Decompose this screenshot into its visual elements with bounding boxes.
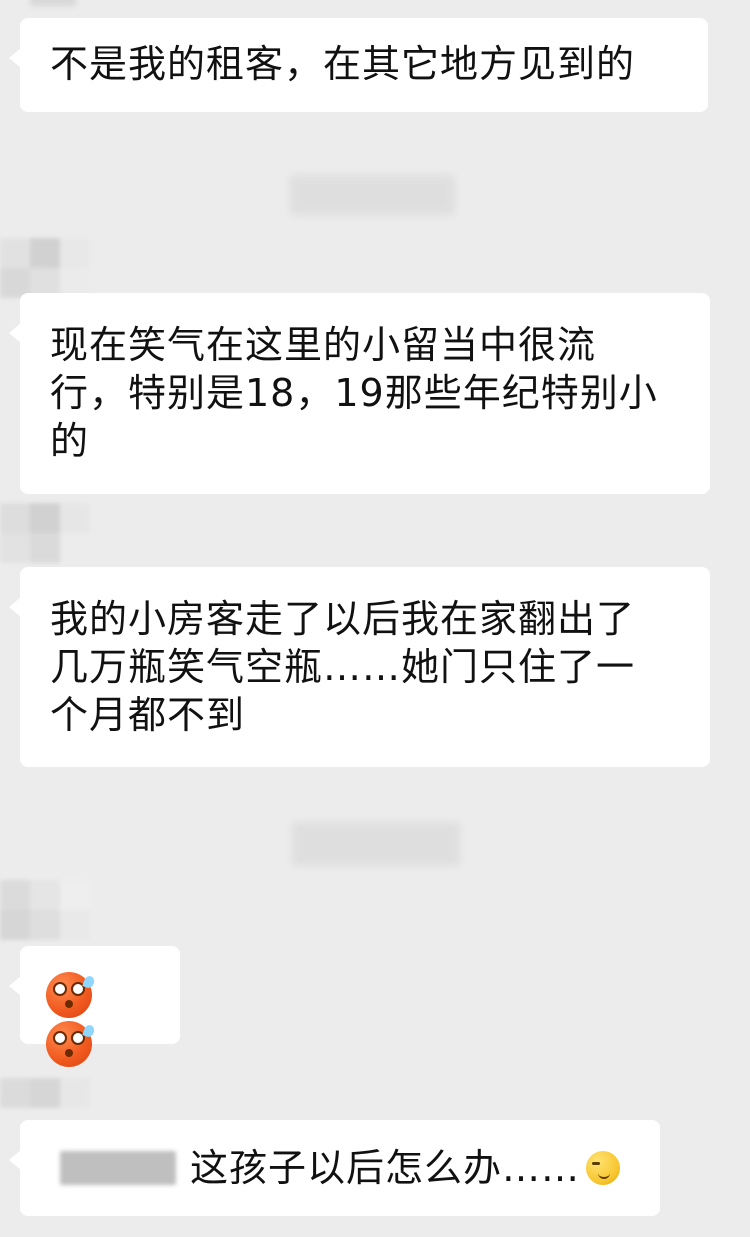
redacted-avatar (0, 238, 90, 298)
smirking-face-icon (586, 1151, 621, 1185)
redacted-avatar (0, 880, 90, 940)
message-bubble[interactable]: 这孩子以后怎么办…… (9, 1120, 660, 1216)
redacted-sender-name (30, 0, 76, 6)
message-text: 这孩子以后怎么办…… (190, 1146, 581, 1190)
flushed-face-icon (46, 971, 96, 1018)
chat-area: 不是我的租客，在其它地方见到的 现在笑气在这里的小留当中很流 行，特别是18，1… (0, 0, 750, 1237)
message-text: 现在笑气在这里的小留当中很流 行，特别是18，19那些年纪特别小 的 (50, 323, 658, 463)
redacted-timestamp (292, 822, 460, 866)
message-text: 我的小房客走了以后我在家翻出了 几万瓶笑气空瓶……她门只住了一 个月都不到 (50, 597, 636, 737)
redacted-timestamp (290, 175, 455, 215)
flushed-face-icon (46, 1021, 96, 1067)
message-text: 不是我的租客，在其它地方见到的 (50, 42, 636, 86)
redacted-name (60, 1151, 176, 1185)
message-bubble[interactable]: 现在笑气在这里的小留当中很流 行，特别是18，19那些年纪特别小 的 (9, 293, 710, 494)
redacted-avatar (0, 1078, 90, 1108)
message-bubble[interactable]: 我的小房客走了以后我在家翻出了 几万瓶笑气空瓶……她门只住了一 个月都不到 (9, 567, 710, 767)
message-bubble[interactable] (9, 946, 180, 1067)
redacted-avatar (0, 503, 90, 563)
message-bubble[interactable]: 不是我的租客，在其它地方见到的 (9, 18, 708, 112)
